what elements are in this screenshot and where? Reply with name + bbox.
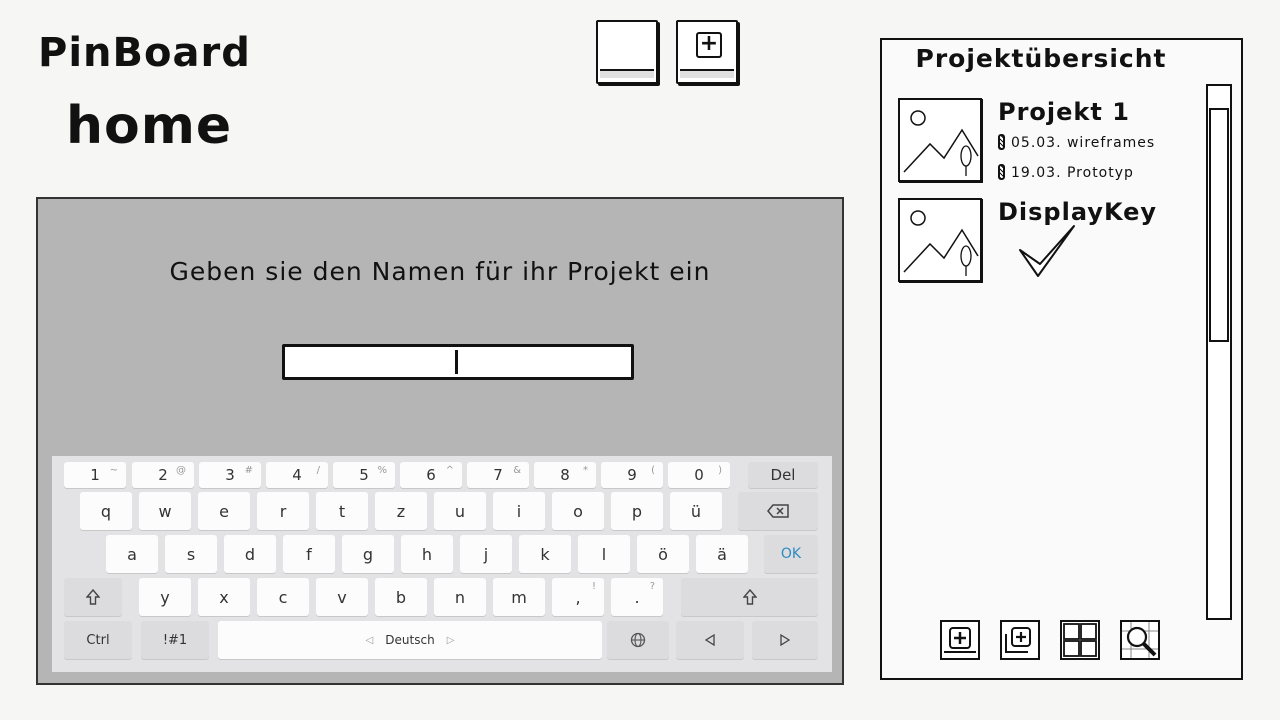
pin-icon (998, 164, 1005, 180)
key-g[interactable]: g (342, 535, 394, 573)
language-prev-icon: ◁ (365, 634, 374, 646)
shift-left-key[interactable] (64, 578, 122, 616)
key-period[interactable]: .? (611, 578, 663, 616)
add-board-icon: + (696, 32, 722, 58)
key-j[interactable]: j (460, 535, 512, 573)
key-e[interactable]: e (198, 492, 250, 530)
add-board-button[interactable]: + (676, 20, 738, 84)
backspace-key[interactable] (738, 492, 818, 530)
ctrl-key[interactable]: Ctrl (64, 621, 132, 659)
on-screen-keyboard: 1 ~ 2 @ 3 # 4/ 5% 6 ^ 7 & 8 * 9( 0) Del q w e … (52, 456, 832, 672)
key-ue[interactable]: ü (670, 492, 722, 530)
add-copy-icon (1005, 627, 1031, 653)
dialog-prompt: Geben sie den Namen für ihr Projekt ein (169, 257, 711, 286)
key-comma[interactable]: ,! (552, 578, 604, 616)
task-item[interactable]: 19.03. Prototyp (998, 164, 1134, 181)
project-card[interactable]: DisplayKey (898, 198, 1188, 288)
key-z[interactable]: z (375, 492, 427, 530)
key-l[interactable]: l (578, 535, 630, 573)
key-w[interactable]: w (139, 492, 191, 530)
grid-view-icon (1063, 623, 1097, 657)
key-f[interactable]: f (283, 535, 335, 573)
key-3[interactable]: 3 # (199, 462, 261, 488)
space-key[interactable]: ◁ Deutsch ▷ (218, 621, 602, 659)
shift-icon (86, 589, 100, 605)
pin-icon (998, 134, 1005, 150)
key-a[interactable]: a (106, 535, 158, 573)
key-oe[interactable]: ö (637, 535, 689, 573)
arrow-right-icon (780, 634, 790, 646)
key-o[interactable]: o (552, 492, 604, 530)
grid-view-button[interactable] (1060, 620, 1100, 660)
scrollbar-thumb[interactable] (1209, 108, 1229, 342)
globe-icon (630, 632, 646, 648)
key-i[interactable]: i (493, 492, 545, 530)
search-icon (1122, 622, 1158, 658)
key-1[interactable]: 1 ~ (64, 462, 126, 488)
key-y[interactable]: y (139, 578, 191, 616)
key-u[interactable]: u (434, 492, 486, 530)
key-0[interactable]: 0) (668, 462, 730, 488)
search-button[interactable] (1120, 620, 1160, 660)
project-overview-panel: Projektübersicht Projekt 1 05.03. wirefr… (880, 38, 1243, 680)
language-key[interactable] (607, 621, 669, 659)
ok-key[interactable]: OK (764, 535, 818, 573)
project-card[interactable]: Projekt 1 05.03. wireframes 19.03. Proto… (898, 98, 1188, 188)
cursor-left-key[interactable] (676, 621, 744, 659)
key-4[interactable]: 4/ (266, 462, 328, 488)
backspace-icon (767, 504, 789, 518)
image-placeholder-icon (898, 98, 982, 182)
key-c[interactable]: c (257, 578, 309, 616)
key-b[interactable]: b (375, 578, 427, 616)
scrollbar[interactable] (1206, 84, 1232, 620)
language-next-icon: ▷ (446, 634, 455, 646)
shift-right-key[interactable] (681, 578, 818, 616)
key-d[interactable]: d (224, 535, 276, 573)
key-q[interactable]: q (80, 492, 132, 530)
key-k[interactable]: k (519, 535, 571, 573)
project-name: DisplayKey (998, 198, 1158, 226)
shift-icon (742, 589, 757, 605)
key-9[interactable]: 9( (601, 462, 663, 488)
key-ae[interactable]: ä (696, 535, 748, 573)
key-6[interactable]: 6 ^ (400, 462, 462, 488)
task-item[interactable]: 05.03. wireframes (998, 134, 1155, 151)
key-n[interactable]: n (434, 578, 486, 616)
panel-title: Projektübersicht (915, 44, 1167, 73)
key-h[interactable]: h (401, 535, 453, 573)
key-t[interactable]: t (316, 492, 368, 530)
delete-key[interactable]: Del (748, 462, 818, 488)
key-8[interactable]: 8 * (534, 462, 596, 488)
key-p[interactable]: p (611, 492, 663, 530)
add-project-button[interactable] (940, 620, 980, 660)
key-5[interactable]: 5% (333, 462, 395, 488)
checkmark-icon (1019, 225, 1075, 277)
add-project-icon (944, 627, 976, 653)
arrow-left-icon (705, 634, 715, 646)
key-s[interactable]: s (165, 535, 217, 573)
new-project-dialog: Geben sie den Namen für ihr Projekt ein … (36, 197, 844, 685)
key-x[interactable]: x (198, 578, 250, 616)
keyboard-language: Deutsch (385, 633, 435, 647)
copy-project-button[interactable] (1000, 620, 1040, 660)
project-name-input[interactable] (282, 344, 634, 380)
text-caret (455, 350, 458, 374)
key-2[interactable]: 2 @ (132, 462, 194, 488)
board-button[interactable] (596, 20, 658, 84)
symbols-key[interactable]: !#1 (141, 621, 209, 659)
image-placeholder-icon (898, 198, 982, 282)
key-v[interactable]: v (316, 578, 368, 616)
page-title: home (66, 96, 233, 156)
project-name: Projekt 1 (998, 98, 1130, 126)
key-7[interactable]: 7 & (467, 462, 529, 488)
key-r[interactable]: r (257, 492, 309, 530)
board-icon (600, 69, 654, 78)
cursor-right-key[interactable] (752, 621, 818, 659)
key-m[interactable]: m (493, 578, 545, 616)
brand-logo: PinBoard (38, 30, 251, 76)
